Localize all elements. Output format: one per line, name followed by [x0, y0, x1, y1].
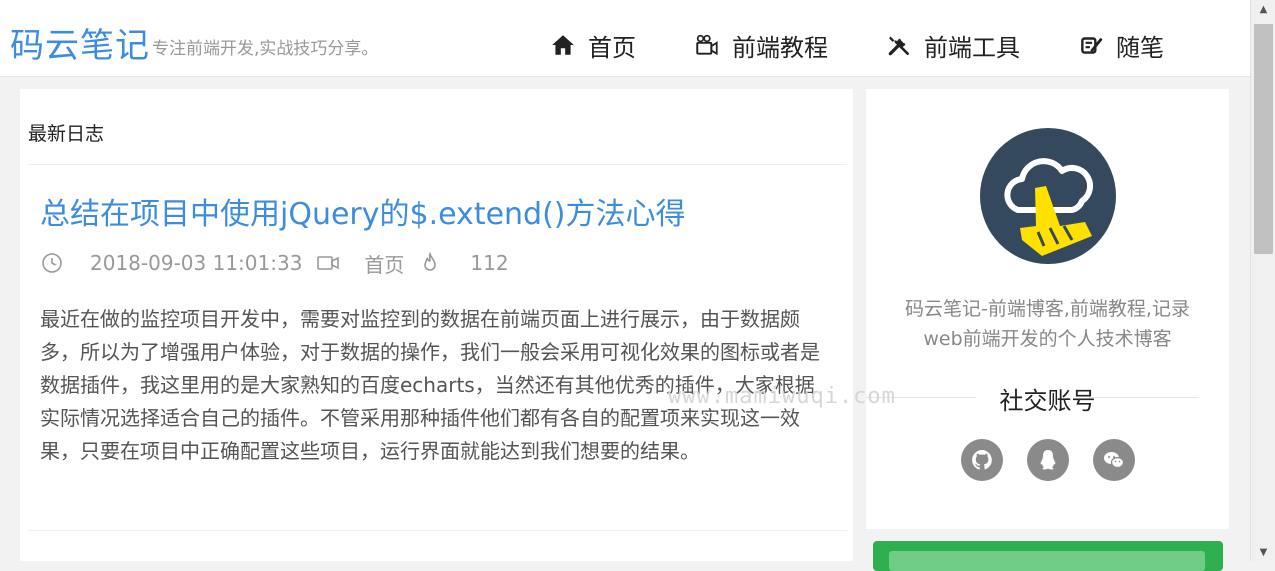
fire-icon	[424, 251, 437, 271]
sidebar-profile-card: 码云笔记-前端博客,前端教程,记录web前端开发的个人技术博客 社交账号	[866, 89, 1229, 529]
scroll-down-arrow-icon[interactable]: ▼	[1251, 543, 1275, 561]
post-title-link[interactable]: 总结在项目中使用jQuery的$.extend()方法心得	[40, 189, 686, 233]
nav-item-label: 随笔	[1116, 33, 1164, 62]
nav-item-notes[interactable]: 随笔	[1078, 28, 1164, 62]
social-title: 社交账号	[999, 387, 1096, 415]
article-list-panel: 最新日志 总结在项目中使用jQuery的$.extend()方法心得 2018-…	[20, 89, 853, 561]
site-description: 码云笔记-前端博客,前端教程,记录web前端开发的个人技术博客	[905, 298, 1190, 350]
qq-button[interactable]	[1027, 439, 1069, 481]
clock-icon	[42, 253, 62, 273]
scroll-up-arrow-icon[interactable]: ▲	[1251, 0, 1275, 18]
github-button[interactable]	[961, 439, 1003, 481]
wechat-icon	[1104, 452, 1125, 469]
tools-icon	[888, 36, 909, 56]
banner-inner	[889, 551, 1205, 571]
nav-item-label: 前端工具	[924, 33, 1020, 62]
post-meta: 2018-09-03 11:01:33 首页 112	[40, 249, 509, 277]
wechat-button[interactable]	[1093, 439, 1135, 481]
pen-note-icon	[1081, 37, 1103, 54]
section-title: 最新日志	[28, 123, 105, 145]
nav-item-tools[interactable]: 前端工具	[886, 28, 1020, 62]
sidebar-widget-banner	[873, 541, 1223, 571]
nav-item-home[interactable]: 首页	[550, 28, 636, 62]
avatar	[980, 128, 1116, 264]
home-icon	[552, 35, 574, 55]
nav-item-label: 首页	[588, 33, 636, 62]
site-header: 码云笔记 专注前端开发,实战技巧分享。 首页 前端教程 前端工具 随笔	[0, 0, 1250, 77]
nav-item-label: 前端教程	[732, 33, 828, 62]
nav-item-tutorials[interactable]: 前端教程	[694, 28, 828, 62]
site-logo[interactable]: 码云笔记	[10, 18, 150, 67]
divider	[28, 164, 847, 165]
post-category-link[interactable]: 首页	[364, 249, 404, 278]
post-views: 112	[470, 251, 509, 275]
qq-penguin-icon	[1040, 450, 1056, 470]
watermark: www.mamiwuqi.com	[668, 384, 896, 409]
page-scrollbar[interactable]: ▲ ▼	[1250, 0, 1275, 561]
video-camera-icon	[696, 34, 718, 56]
divider	[28, 530, 847, 531]
divider	[1089, 397, 1199, 398]
video-camera-icon	[317, 256, 340, 270]
site-slogan: 专注前端开发,实战技巧分享。	[152, 39, 379, 59]
post-date: 2018-09-03 11:01:33	[90, 251, 303, 275]
scrollbar-thumb[interactable]	[1254, 24, 1273, 254]
github-icon	[972, 450, 992, 470]
